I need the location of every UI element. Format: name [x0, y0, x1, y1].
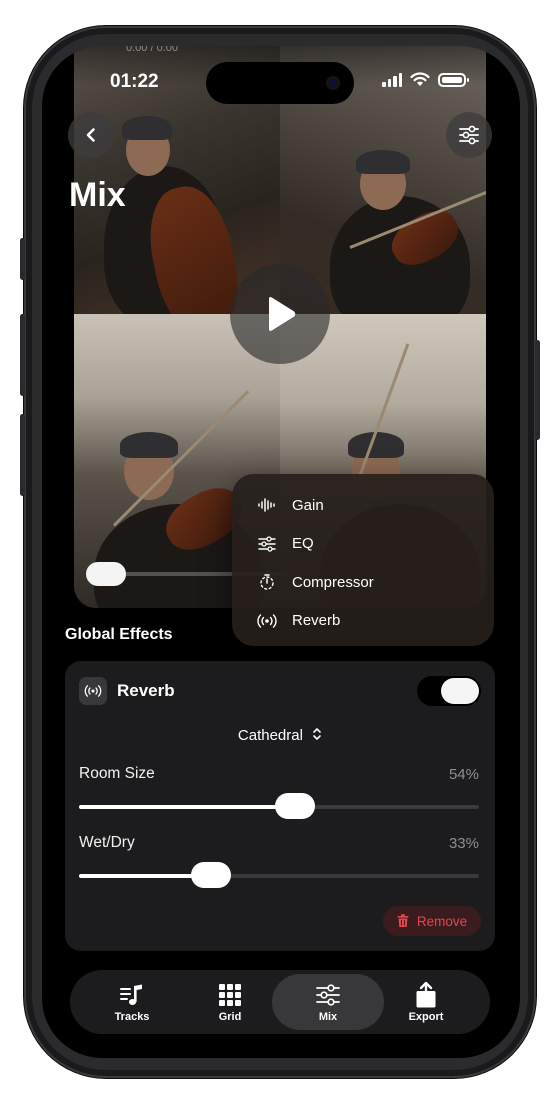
effects-menu-item-gain[interactable]: Gain: [232, 486, 494, 525]
broadcast-icon: [256, 612, 278, 630]
camera-icon: [326, 76, 340, 90]
global-effects-title: Global Effects: [65, 626, 173, 643]
wet-dry-label: Wet/Dry: [79, 834, 135, 851]
volume-up-button: [20, 314, 25, 396]
mixer-settings-button[interactable]: [446, 112, 492, 158]
wet-dry-slider[interactable]: [79, 862, 479, 888]
room-size-slider[interactable]: [79, 793, 479, 819]
status-time: 01:22: [110, 71, 159, 92]
battery-icon: [438, 72, 469, 87]
tab-tracks[interactable]: Tracks: [76, 974, 188, 1030]
effects-menu-label: EQ: [292, 535, 314, 553]
room-size-label: Room Size: [79, 765, 155, 782]
chevron-up-down-icon: [313, 728, 321, 740]
power-button: [535, 340, 540, 440]
remove-label: Remove: [416, 913, 468, 929]
music-list-icon: [119, 982, 145, 1008]
dynamic-island: [206, 62, 354, 104]
timer-icon: [256, 573, 278, 591]
toggle-knob: [441, 678, 479, 704]
broadcast-icon: [79, 677, 107, 705]
wifi-icon: [410, 72, 430, 86]
reverb-effect-card: Reverb Cathedral Room Size 54% Wet/Dry 3…: [65, 661, 495, 951]
play-icon: [269, 297, 296, 331]
preset-value: Cathedral: [237, 727, 303, 744]
preset-selector[interactable]: Cathedral: [65, 727, 495, 744]
page-title: Mix: [69, 176, 126, 214]
effects-menu-label: Reverb: [292, 612, 341, 630]
chevron-left-icon: [86, 128, 95, 142]
tab-label: Tracks: [114, 1010, 150, 1023]
trash-icon: [397, 914, 409, 927]
grid-icon: [218, 982, 242, 1008]
effects-menu-item-eq[interactable]: EQ: [232, 525, 494, 564]
tab-export[interactable]: Export: [370, 974, 482, 1030]
back-button[interactable]: [68, 112, 114, 158]
room-size-slider-fill: [79, 805, 295, 809]
effects-menu-label: Compressor: [292, 573, 374, 591]
tab-mix[interactable]: Mix: [272, 974, 384, 1030]
tab-bar: Tracks Grid Mix Export: [70, 970, 490, 1034]
sliders-icon: [459, 125, 479, 145]
effects-menu-label: Gain: [292, 496, 324, 514]
wet-dry-value: 33%: [448, 835, 479, 852]
effect-name: Reverb: [117, 681, 175, 700]
signal-icon: [382, 72, 402, 87]
volume-down-button: [20, 414, 25, 496]
effects-menu: Gain EQ Compressor Reverb: [232, 474, 494, 646]
room-size-slider-thumb[interactable]: [275, 793, 315, 819]
screen: 0:00 / 0:00 01:22 Mix Gain EQ Compressor…: [42, 46, 520, 1058]
tab-grid[interactable]: Grid: [174, 974, 286, 1030]
playback-scrubber-thumb[interactable]: [86, 562, 126, 586]
tab-label: Grid: [218, 1010, 242, 1023]
tab-label: Export: [408, 1010, 444, 1023]
play-button[interactable]: [230, 264, 330, 364]
tab-label: Mix: [318, 1010, 338, 1023]
effects-menu-item-reverb[interactable]: Reverb: [232, 602, 494, 641]
wet-dry-slider-thumb[interactable]: [191, 862, 231, 888]
remove-effect-button[interactable]: Remove: [383, 906, 481, 936]
effects-menu-item-compressor[interactable]: Compressor: [232, 563, 494, 602]
status-icons: [382, 72, 469, 87]
effect-enabled-toggle[interactable]: [417, 676, 481, 706]
room-size-value: 54%: [448, 766, 479, 783]
video-timecode: 0:00 / 0:00: [126, 46, 178, 54]
action-button: [20, 238, 25, 280]
mixer-sliders-icon: [315, 982, 341, 1008]
share-icon: [415, 981, 437, 1008]
waveform-icon: [256, 496, 278, 514]
eq-sliders-icon: [256, 535, 278, 553]
